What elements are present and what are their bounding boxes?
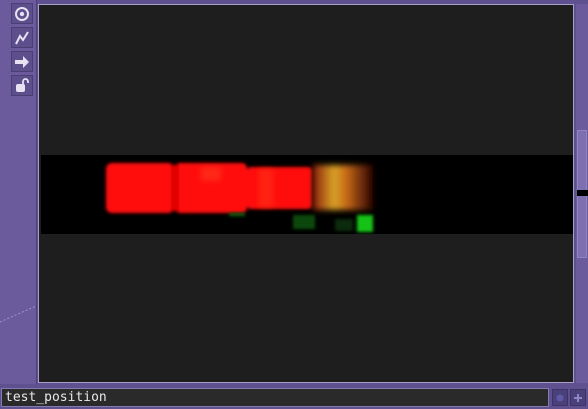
viewer-toolbar bbox=[0, 0, 37, 384]
operator-panel: test_position bbox=[0, 0, 588, 409]
dot-icon bbox=[556, 394, 564, 401]
viewer-toggle-button[interactable] bbox=[552, 389, 568, 406]
panel-resize-hint bbox=[0, 305, 36, 323]
scrollbar-marker bbox=[577, 190, 588, 196]
node-name-field[interactable]: test_position bbox=[1, 388, 549, 407]
status-bar: test_position bbox=[0, 386, 588, 409]
texture-viewer[interactable] bbox=[38, 4, 574, 383]
texture-image bbox=[41, 155, 573, 234]
viewer-active-button[interactable] bbox=[11, 3, 33, 24]
lock-button[interactable] bbox=[11, 75, 33, 96]
export-button[interactable] bbox=[11, 51, 33, 72]
arrow-right-icon bbox=[15, 55, 29, 68]
lock-open-icon bbox=[16, 78, 29, 92]
graph-line-icon bbox=[15, 30, 29, 44]
graph-view-button[interactable] bbox=[11, 27, 33, 48]
add-button[interactable] bbox=[570, 389, 586, 406]
viewer-target-icon bbox=[15, 6, 29, 21]
plus-icon bbox=[574, 393, 582, 402]
